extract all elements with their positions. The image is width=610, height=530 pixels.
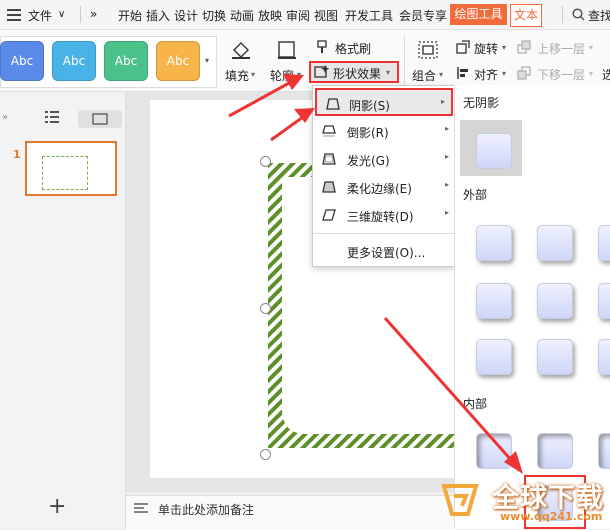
annotation-arrows <box>228 74 523 474</box>
